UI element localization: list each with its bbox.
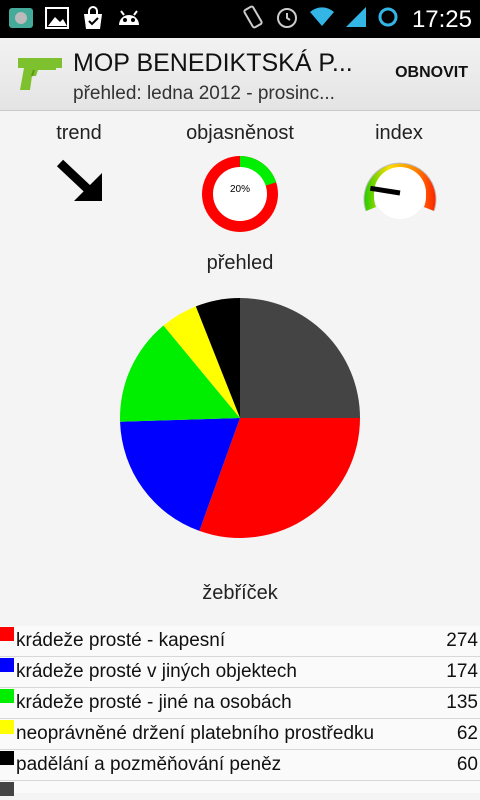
color-swatch xyxy=(0,658,14,672)
image-icon xyxy=(44,5,70,31)
trend-down-arrow-icon xyxy=(52,155,108,212)
overview-pie-chart xyxy=(118,296,362,545)
clearance-label: objasněnost xyxy=(186,122,294,144)
list-item-label: padělání a pozměňování peněz xyxy=(16,754,282,775)
list-item-partial[interactable] xyxy=(0,781,480,796)
list-item[interactable]: neoprávněné držení platebního prostředku… xyxy=(0,719,480,750)
status-bar: 17:25 xyxy=(0,0,480,38)
page-subtitle: přehled: ledna 2012 - prosinc... xyxy=(73,83,335,104)
color-swatch xyxy=(0,689,14,703)
index-gauge xyxy=(360,153,440,228)
list-item-value: 135 xyxy=(446,692,478,713)
list-item[interactable]: krádeže prosté - jiné na osobách 135 xyxy=(0,688,480,719)
list-item-label: neoprávněné držení platebního prostředku xyxy=(16,723,375,744)
list-item-value: 60 xyxy=(456,754,478,775)
index-label: index xyxy=(375,122,423,144)
trend-label: trend xyxy=(56,122,102,144)
shopping-bag-icon xyxy=(80,5,106,31)
list-item-value: 174 xyxy=(446,661,478,682)
android-icon xyxy=(116,5,142,31)
pie-slice xyxy=(240,298,360,418)
list-item-value: 274 xyxy=(446,630,478,651)
list-item-value: 62 xyxy=(456,723,478,744)
wifi-icon xyxy=(308,4,336,35)
action-bar: MOP BENEDIKTSKÁ P... přehled: ledna 2012… xyxy=(0,38,480,111)
refresh-button[interactable]: OBNOVIT xyxy=(395,60,468,86)
list-item[interactable]: padělání a pozměňování peněz 60 xyxy=(0,750,480,781)
clearance-donut: 20% xyxy=(200,154,280,234)
clock: 17:25 xyxy=(411,5,472,33)
color-swatch xyxy=(0,720,14,734)
alarm-icon xyxy=(274,4,300,35)
signal-icon xyxy=(344,4,368,35)
overview-title: přehled xyxy=(206,252,274,274)
color-swatch xyxy=(0,782,14,796)
gun-icon[interactable] xyxy=(16,54,66,92)
list-item[interactable]: krádeže prosté - kapesní 274 xyxy=(0,626,480,657)
list-item-label: krádeže prosté - kapesní xyxy=(16,630,226,651)
page-title: MOP BENEDIKTSKÁ P... xyxy=(73,49,353,77)
battery-icon xyxy=(376,4,400,35)
list-item[interactable]: krádeže prosté v jiných objektech 174 xyxy=(0,657,480,688)
ranking-title: žebříček xyxy=(202,582,278,604)
clearance-value: 20% xyxy=(229,184,250,195)
ranking-list: krádeže prosté - kapesní 274 krádeže pro… xyxy=(0,626,480,796)
color-swatch xyxy=(0,751,14,765)
vibrate-icon xyxy=(240,4,266,35)
list-item-label: krádeže prosté v jiných objektech xyxy=(16,661,297,682)
color-swatch xyxy=(0,627,14,641)
app-notification-icon xyxy=(8,5,34,31)
list-item-label: krádeže prosté - jiné na osobách xyxy=(16,692,292,713)
